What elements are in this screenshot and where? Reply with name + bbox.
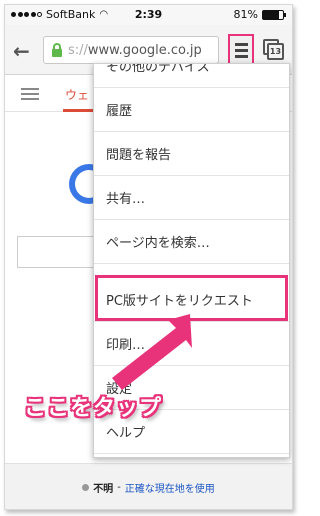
battery-icon — [262, 9, 286, 20]
menu-button[interactable] — [228, 34, 254, 66]
use-precise-location-link[interactable]: 正確な現在地を使用 — [125, 480, 215, 495]
menu-item-share[interactable]: 共有… — [94, 176, 289, 220]
tap-here-callout: ここをタップ — [24, 396, 163, 421]
location-state: 不明 — [93, 484, 114, 495]
battery-level — [263, 10, 280, 19]
back-arrow-icon[interactable]: ← — [13, 39, 30, 63]
desktop-site-highlight — [95, 275, 288, 321]
menu-item-find-in-page[interactable]: ページ内を検索… — [94, 220, 289, 264]
url-scheme: s:// — [68, 42, 88, 58]
tab-switcher-button[interactable]: 13 — [263, 39, 285, 61]
location-dot-icon — [82, 484, 90, 491]
phone-screen: SoftBank ◠ 2:39 81% ← s://www.google.co.… — [4, 4, 293, 510]
tab-count: 13 — [267, 43, 284, 60]
address-bar[interactable]: s://www.google.co.jp — [43, 36, 219, 64]
menu-item-other-devices[interactable]: その他のデバイス — [94, 64, 289, 88]
menu-item-history[interactable]: 履歴 — [94, 88, 289, 132]
menu-icon — [234, 42, 248, 46]
tab-web[interactable]: ウェ — [65, 86, 89, 103]
active-tab-indicator — [63, 109, 93, 112]
status-bar: SoftBank ◠ 2:39 81% — [5, 5, 292, 25]
url-host: www.google.co.jp — [87, 42, 202, 58]
lock-icon — [50, 43, 64, 57]
menu-item-report-issue[interactable]: 問題を報告 — [94, 132, 289, 176]
battery-percent: 81% — [233, 8, 258, 21]
location-footer: 不明 - 正確な現在地を使用 — [5, 463, 292, 509]
url-text: s://www.google.co.jp — [68, 43, 202, 58]
menu-item-print[interactable]: 印刷… — [94, 322, 289, 366]
footer-separator: - — [117, 482, 121, 493]
page-menu-icon[interactable] — [21, 88, 39, 100]
